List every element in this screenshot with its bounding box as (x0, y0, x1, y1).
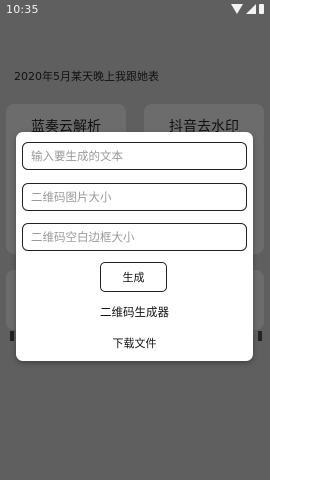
wifi-icon (231, 4, 243, 14)
status-bar: 10:35 (0, 0, 270, 20)
status-time: 10:35 (6, 3, 39, 16)
edge-mark (258, 331, 262, 341)
status-icons (231, 4, 264, 14)
signal-icon (246, 4, 256, 14)
generate-button[interactable]: 生成 (100, 262, 167, 292)
text-input[interactable] (22, 142, 247, 170)
edge-mark (10, 331, 14, 341)
app-screen: 10:35 2020年5月某天晚上我跟她表 蓝奏云解析 抖音去水印 生成 二维码… (0, 0, 270, 480)
download-file-button[interactable]: 下载文件 (16, 335, 253, 351)
battery-icon (259, 4, 264, 14)
size-input[interactable] (22, 183, 247, 211)
qrcode-dialog: 生成 二维码生成器 下载文件 (16, 132, 253, 361)
love-text: 2020年5月某天晚上我跟她表 (14, 70, 159, 83)
margin-input[interactable] (22, 223, 247, 251)
dialog-title: 二维码生成器 (100, 305, 169, 319)
